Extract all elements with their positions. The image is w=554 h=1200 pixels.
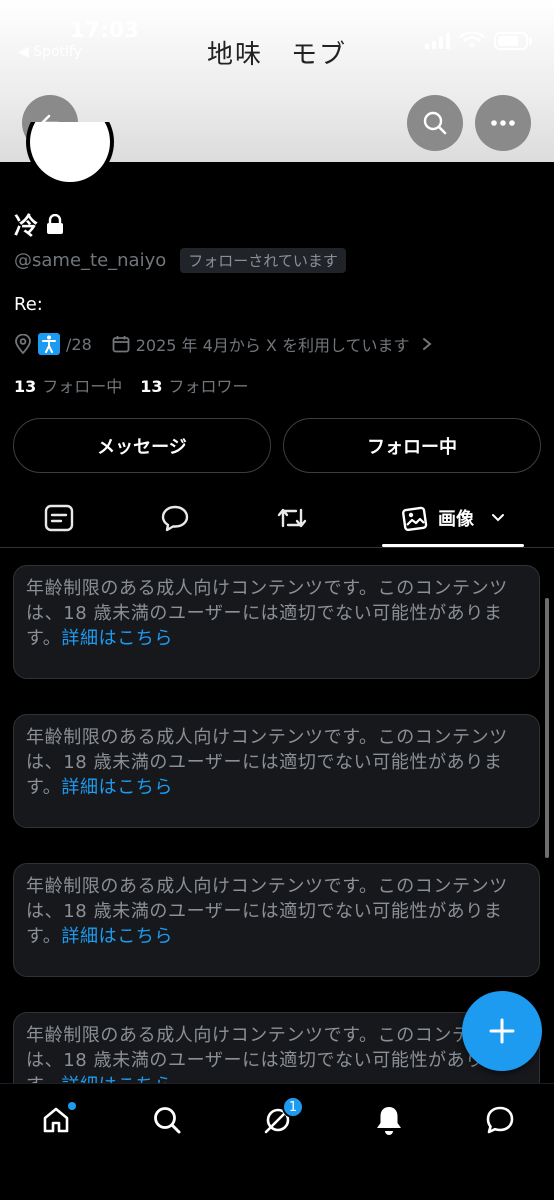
reply-icon [161,505,189,532]
follows-you-badge: フォローされています [180,248,346,273]
nav-notifications[interactable] [369,1100,409,1140]
chat-icon [486,1106,514,1134]
followers-label: フォロワー [168,377,249,396]
calendar-icon [112,336,130,353]
sensitive-content-card[interactable]: 年齢制限のある成人向けコンテンツです。このコンテンツは、18 歳未満のユーザーに… [13,714,540,828]
message-button[interactable]: メッセージ [13,418,271,473]
profile-bio: Re: [14,294,43,315]
nav-grok[interactable]: 1 [258,1096,304,1140]
profile-meta: /28 2025 年 4月から X を利用しています [14,332,433,356]
more-button[interactable] [475,95,531,151]
handle-row: @same_te_naiyo フォローされています [14,248,346,273]
scrollbar[interactable] [545,598,549,858]
following-label: フォロー中 [42,377,123,396]
wifi-icon [460,32,484,48]
bell-icon [377,1107,401,1135]
posts-icon [44,504,74,532]
bottom-nav: 1 [0,1083,554,1200]
accessibility-icon [38,333,60,355]
image-icon [402,506,428,532]
tab-replies[interactable] [146,498,204,538]
tab-media-label: 画像 [438,509,474,530]
tab-media[interactable]: 画像 [382,498,524,538]
battery-icon [494,32,532,50]
profile-name-row: 冷 [14,206,64,241]
repost-icon [277,508,307,528]
follow-counts: 13 フォロー中 13 フォロワー [14,373,249,397]
plus-icon [489,1018,515,1044]
lock-icon [47,213,63,234]
sensitive-content-card[interactable]: 年齢制限のある成人向けコンテンツです。このコンテンツは、18 歳未満のユーザーに… [13,863,540,977]
compose-button[interactable] [462,991,542,1071]
home-icon [43,1107,69,1133]
search-icon [423,111,447,135]
sensitive-content-card[interactable]: 年齢制限のある成人向けコンテンツです。このコンテンツは、18 歳未満のユーザーに… [13,1012,540,1084]
tab-reposts[interactable] [263,498,321,538]
nav-messages[interactable] [480,1100,520,1140]
followers-count: 13 [140,377,163,396]
nav-home[interactable] [36,1100,76,1140]
signal-icon [425,33,450,49]
learn-more-link[interactable]: 詳細はこちら [61,926,173,947]
following-count-link[interactable]: 13 フォロー中 [14,373,122,397]
following-count: 13 [14,377,37,396]
search-button[interactable] [407,95,463,151]
grok-count-badge: 1 [282,1096,304,1118]
joined-date: 2025 年 4月から X を利用しています [135,336,410,355]
tab-posts[interactable] [30,498,88,538]
sensitive-content-card[interactable]: 年齢制限のある成人向けコンテンツです。このコンテンツは、18 歳未満のユーザーに… [13,565,540,679]
followers-count-link[interactable]: 13 フォロワー [140,373,248,397]
location-icon [15,334,31,354]
avatar[interactable] [26,122,114,186]
chevron-down-icon [492,514,504,522]
active-tab-indicator [382,544,524,547]
following-button[interactable]: フォロー中 [283,418,541,473]
chevron-right-icon[interactable] [421,337,433,351]
location-text: /28 [66,334,92,354]
learn-more-link[interactable]: 詳細はこちら [61,628,173,649]
status-icons [425,32,532,50]
profile-handle: @same_te_naiyo [14,250,167,271]
more-icon [491,120,515,126]
learn-more-link[interactable]: 詳細はこちら [61,777,173,798]
nav-search[interactable] [147,1100,187,1140]
profile-tabs: 画像 [0,488,554,548]
search-icon [154,1107,181,1134]
profile-name: 冷 [14,212,38,240]
home-notification-dot [68,1102,76,1110]
